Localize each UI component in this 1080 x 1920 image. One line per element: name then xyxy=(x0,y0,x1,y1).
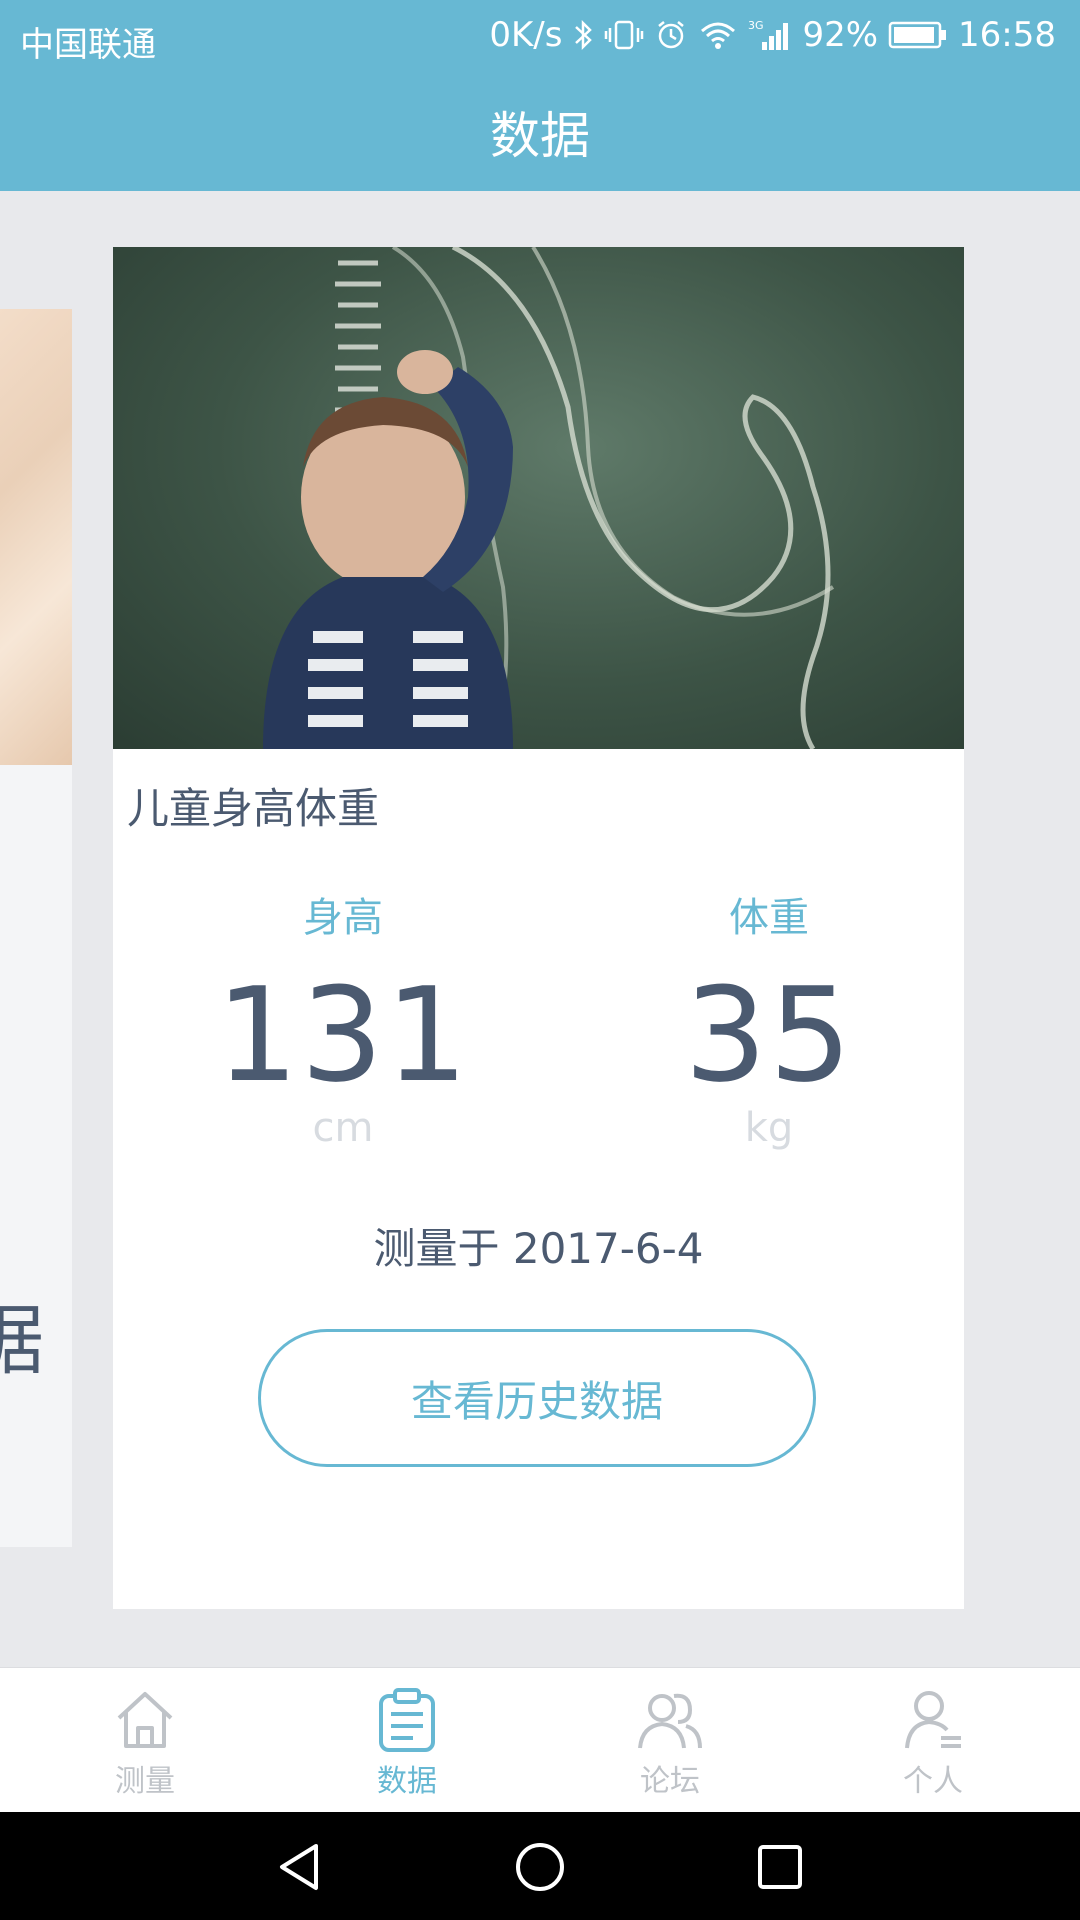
android-nav-bar xyxy=(0,1812,1080,1920)
tab-measure-label: 测量 xyxy=(115,1764,175,1799)
child-growth-card[interactable]: 儿童身高体重 身高 131 cm 体重 35 kg 测量于 2017-6-4 查… xyxy=(113,247,964,1609)
chalkboard-illustration xyxy=(263,247,835,749)
weight-value: 35 xyxy=(684,959,854,1111)
battery-percent: 92% xyxy=(802,15,879,55)
weight-unit: kg xyxy=(744,1105,794,1151)
wifi-icon xyxy=(701,22,736,49)
tab-data-label: 数据 xyxy=(377,1764,437,1799)
recents-icon[interactable] xyxy=(753,1840,807,1894)
tab-forum-label: 论坛 xyxy=(640,1764,700,1799)
previous-card-image xyxy=(0,309,72,765)
tab-forum[interactable]: 论坛 xyxy=(535,1668,805,1813)
page-title: 数据 xyxy=(490,107,590,165)
height-unit: cm xyxy=(312,1105,374,1151)
child-height-photo xyxy=(113,247,964,749)
person-icon xyxy=(905,1691,961,1749)
height-label: 身高 xyxy=(303,895,383,941)
tab-profile[interactable]: 个人 xyxy=(798,1668,1068,1813)
card-title: 儿童身高体重 xyxy=(127,784,380,833)
vibrate-icon xyxy=(605,20,644,50)
tab-data[interactable]: 数据 xyxy=(272,1668,542,1813)
alarm-icon xyxy=(658,21,685,49)
clock: 16:58 xyxy=(958,15,1056,55)
status-bar: 中国联通 0K/s 3G 92% 16:58 xyxy=(0,0,1080,76)
bottom-tab-bar: 测量 数据 论坛 个人 xyxy=(0,1667,1080,1813)
users-icon xyxy=(638,1693,702,1749)
status-indicators: 0K/s 3G 92% 16:58 xyxy=(489,15,1056,55)
home-circle-icon[interactable] xyxy=(513,1840,567,1894)
signal-icon: 3G xyxy=(748,19,789,50)
network-type: 3G xyxy=(748,19,764,32)
net-speed: 0K/s xyxy=(489,15,563,55)
clipboard-icon xyxy=(379,1688,435,1752)
tab-measure[interactable]: 测量 xyxy=(10,1668,280,1813)
view-history-button[interactable]: 查看历史数据 xyxy=(258,1329,816,1467)
home-icon xyxy=(117,1692,173,1748)
height-value: 131 xyxy=(215,959,471,1111)
bluetooth-icon xyxy=(575,19,593,51)
carrier-label: 中国联通 xyxy=(20,25,156,65)
back-icon[interactable] xyxy=(272,1840,326,1894)
top-bar: 中国联通 0K/s 3G 92% 16:58 数据 xyxy=(0,0,1080,191)
measured-date: 测量于 2017-6-4 xyxy=(373,1224,704,1273)
weight-label: 体重 xyxy=(729,895,809,941)
battery-icon xyxy=(888,21,947,49)
previous-card-peek[interactable]: 据 xyxy=(0,309,72,1547)
tab-profile-label: 个人 xyxy=(903,1764,963,1799)
previous-card-partial-text: 据 xyxy=(0,1296,44,1385)
